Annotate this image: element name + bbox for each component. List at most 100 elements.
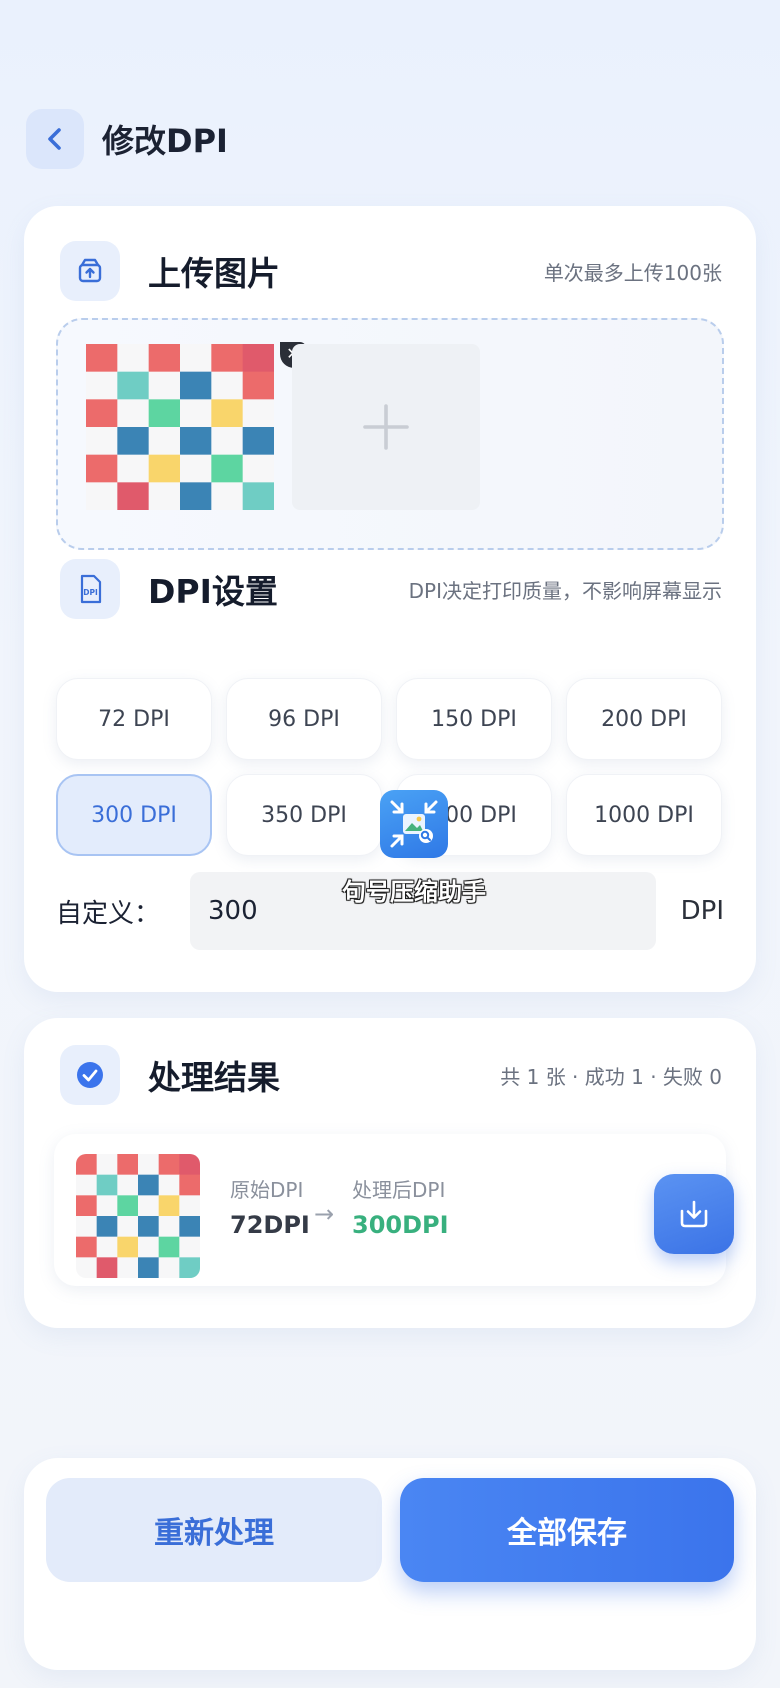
- results-section-header: 处理结果 共 1 张 · 成功 1 · 失败 0: [60, 1044, 722, 1106]
- header: 修改DPI: [26, 108, 228, 170]
- processed-dpi-label: 处理后DPI: [352, 1178, 446, 1202]
- plus-icon: [363, 404, 409, 450]
- dpi-option-72[interactable]: 72 DPI: [56, 678, 212, 760]
- checker-cell: [179, 1174, 200, 1196]
- dpi-option-1000[interactable]: 1000 DPI: [566, 774, 722, 856]
- original-dpi: 原始DPI 72DPI: [230, 1174, 310, 1239]
- checker-cell: [76, 1257, 98, 1278]
- result-thumbnail: [76, 1154, 200, 1278]
- results-title: 处理结果: [148, 1058, 280, 1097]
- dpi-note: DPI决定打印质量，不影响屏幕显示: [408, 578, 722, 603]
- checker-cell: [76, 1174, 98, 1196]
- checker-cell: [242, 344, 274, 373]
- upload-title: 上传图片: [148, 254, 280, 293]
- checker-cell: [180, 454, 212, 483]
- download-icon: [680, 1200, 708, 1228]
- checker-cell: [211, 371, 244, 400]
- checker-cell: [96, 1257, 118, 1278]
- add-image-button[interactable]: [292, 344, 480, 510]
- download-button[interactable]: [654, 1174, 734, 1254]
- settings-card: 上传图片 单次最多上传100张 ✕ DPI DPI设置 DPI决定打印质量，不影…: [24, 206, 756, 992]
- dpi-option-150[interactable]: 150 DPI: [396, 678, 552, 760]
- upload-box-icon: [60, 241, 120, 301]
- checker-cell: [86, 399, 118, 428]
- checker-cell: [211, 454, 244, 483]
- reprocess-button[interactable]: 重新处理: [46, 1478, 382, 1582]
- checker-cell: [117, 1174, 139, 1196]
- processed-dpi: 处理后DPI 300DPI: [352, 1174, 449, 1239]
- checker-cell: [179, 1154, 200, 1176]
- result-item: 原始DPI 72DPI → 处理后DPI 300DPI: [54, 1134, 734, 1286]
- checker-cell: [148, 427, 181, 456]
- checker-cell: [180, 482, 212, 510]
- checker-cell: [117, 1236, 139, 1258]
- back-button[interactable]: [26, 109, 84, 169]
- checker-cell: [96, 1236, 118, 1258]
- checker-cell: [158, 1195, 180, 1217]
- checker-cell: [148, 482, 181, 510]
- checker-cell: [148, 399, 181, 428]
- checker-cell: [76, 1195, 98, 1217]
- checker-cell: [117, 427, 150, 456]
- upload-area[interactable]: ✕: [56, 318, 724, 550]
- checker-cell: [76, 1154, 98, 1176]
- checker-cell: [242, 482, 274, 510]
- upload-limit-note: 单次最多上传100张: [543, 260, 722, 285]
- checker-cell: [138, 1236, 160, 1258]
- dpi-option-96[interactable]: 96 DPI: [226, 678, 382, 760]
- checker-cell: [242, 371, 274, 400]
- dpi-section-header: DPI DPI设置 DPI决定打印质量，不影响屏幕显示: [60, 558, 722, 620]
- check-circle-icon: [60, 1045, 120, 1105]
- checker-cell: [158, 1174, 180, 1196]
- checker-cell: [138, 1195, 160, 1217]
- uploaded-image-thumbnail[interactable]: [86, 344, 274, 510]
- dpi-option-200[interactable]: 200 DPI: [566, 678, 722, 760]
- results-summary: 共 1 张 · 成功 1 · 失败 0: [500, 1064, 722, 1089]
- watermark: 句号压缩助手: [324, 790, 504, 907]
- checker-cell: [242, 399, 274, 428]
- checker-cell: [76, 1216, 98, 1238]
- checker-cell: [117, 1195, 139, 1217]
- svg-text:DPI: DPI: [83, 588, 98, 597]
- original-dpi-label: 原始DPI: [230, 1178, 304, 1202]
- checker-cell: [96, 1154, 118, 1176]
- checker-cell: [138, 1216, 160, 1238]
- checker-cell: [117, 454, 150, 483]
- checker-cell: [179, 1236, 200, 1258]
- checker-cell: [180, 399, 212, 428]
- checker-cell: [117, 371, 150, 400]
- dpi-option-300[interactable]: 300 DPI: [56, 774, 212, 856]
- checker-cell: [211, 482, 244, 510]
- checker-cell: [138, 1257, 160, 1278]
- checker-cell: [180, 371, 212, 400]
- checker-cell: [96, 1216, 118, 1238]
- checker-cell: [117, 1216, 139, 1238]
- checker-cell: [117, 1257, 139, 1278]
- checker-cell: [211, 399, 244, 428]
- processed-dpi-value: 300DPI: [352, 1211, 449, 1239]
- checker-cell: [86, 371, 118, 400]
- checker-cell: [138, 1154, 160, 1176]
- checker-cell: [158, 1154, 180, 1176]
- save-all-button[interactable]: 全部保存: [400, 1478, 734, 1582]
- checker-cell: [138, 1174, 160, 1196]
- checker-cell: [179, 1257, 200, 1278]
- checker-cell: [242, 427, 274, 456]
- checker-cell: [158, 1216, 180, 1238]
- checker-cell: [158, 1236, 180, 1258]
- checker-cell: [158, 1257, 180, 1278]
- checker-cell: [96, 1174, 118, 1196]
- checker-cell: [86, 454, 118, 483]
- checker-cell: [148, 454, 181, 483]
- checker-cell: [86, 344, 118, 373]
- action-bar: 重新处理 全部保存: [24, 1458, 756, 1670]
- checker-cell: [117, 1154, 139, 1176]
- checker-cell: [96, 1195, 118, 1217]
- checker-cell: [76, 1236, 98, 1258]
- original-dpi-value: 72DPI: [230, 1211, 310, 1239]
- checker-cell: [148, 344, 181, 373]
- image-compress-icon: [380, 790, 448, 858]
- dpi-title: DPI设置: [148, 572, 278, 611]
- checker-cell: [117, 482, 150, 510]
- watermark-text: 句号压缩助手: [342, 878, 486, 906]
